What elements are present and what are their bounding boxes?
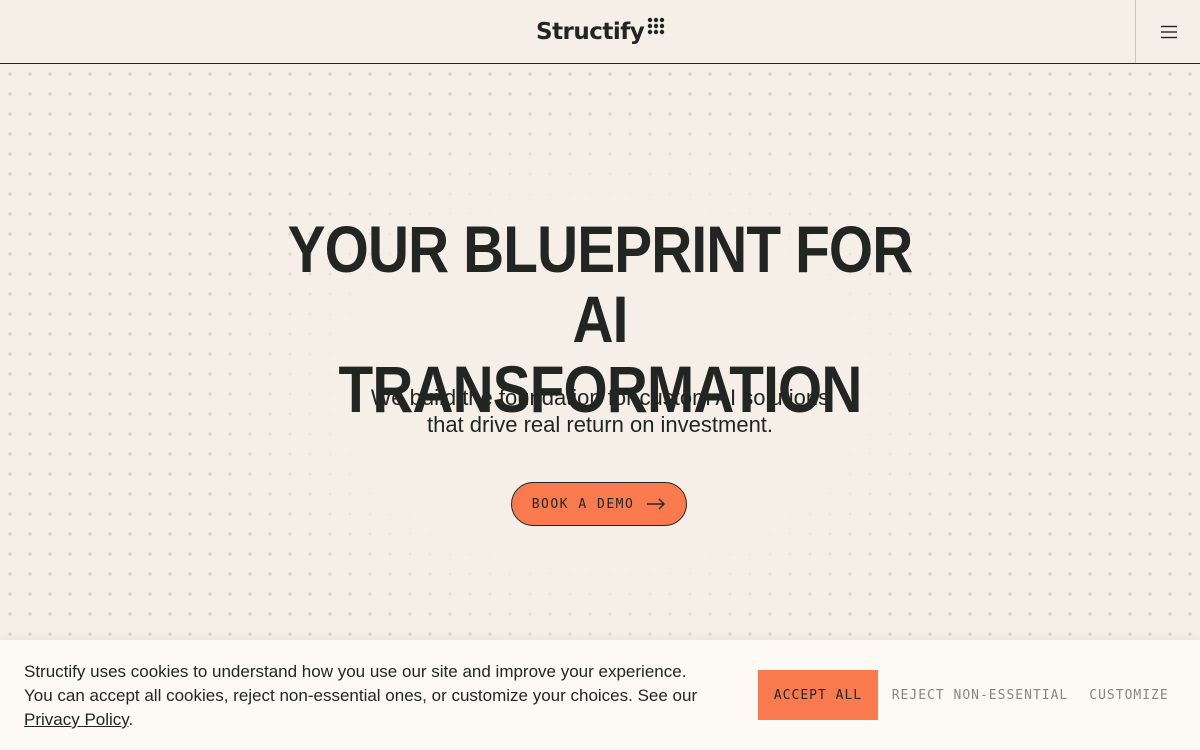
headline-line-1: YOUR BLUEPRINT FOR AI [287,212,914,356]
privacy-policy-link[interactable]: Privacy Policy [24,710,129,729]
customize-button[interactable]: CUSTOMIZE [1086,670,1172,720]
cookie-text-line-1: Structify uses cookies to understand how… [24,662,687,681]
hero-section: YOUR BLUEPRINT FOR AI TRANSFORMATION We … [0,64,1200,640]
hamburger-menu-icon [1160,25,1177,38]
cookie-text-period: . [128,710,134,729]
cookie-message: Structify uses cookies to understand how… [24,660,734,732]
site-header: Structify [0,0,1200,64]
cookie-banner: Structify uses cookies to understand how… [0,640,1200,750]
hero-subheading: We build the foundation for custom AI so… [300,384,900,438]
reject-non-essential-button[interactable]: REJECT NON-ESSENTIAL [890,670,1070,720]
book-demo-label: BOOK A DEMO [531,496,635,512]
menu-button[interactable] [1135,0,1200,63]
logo[interactable]: Structify [536,14,665,50]
logo-dots-icon [648,17,665,35]
book-demo-button[interactable]: BOOK A DEMO [511,482,687,526]
arrow-right-icon [647,498,666,510]
logo-text: Structify [536,19,645,45]
accept-all-button[interactable]: ACCEPT ALL [758,670,878,720]
cookie-text-line-2: You can accept all cookies, reject non-e… [24,686,698,705]
subhead-line-1: We build the foundation for custom AI so… [370,385,830,410]
subhead-line-2: that drive real return on investment. [426,412,774,437]
